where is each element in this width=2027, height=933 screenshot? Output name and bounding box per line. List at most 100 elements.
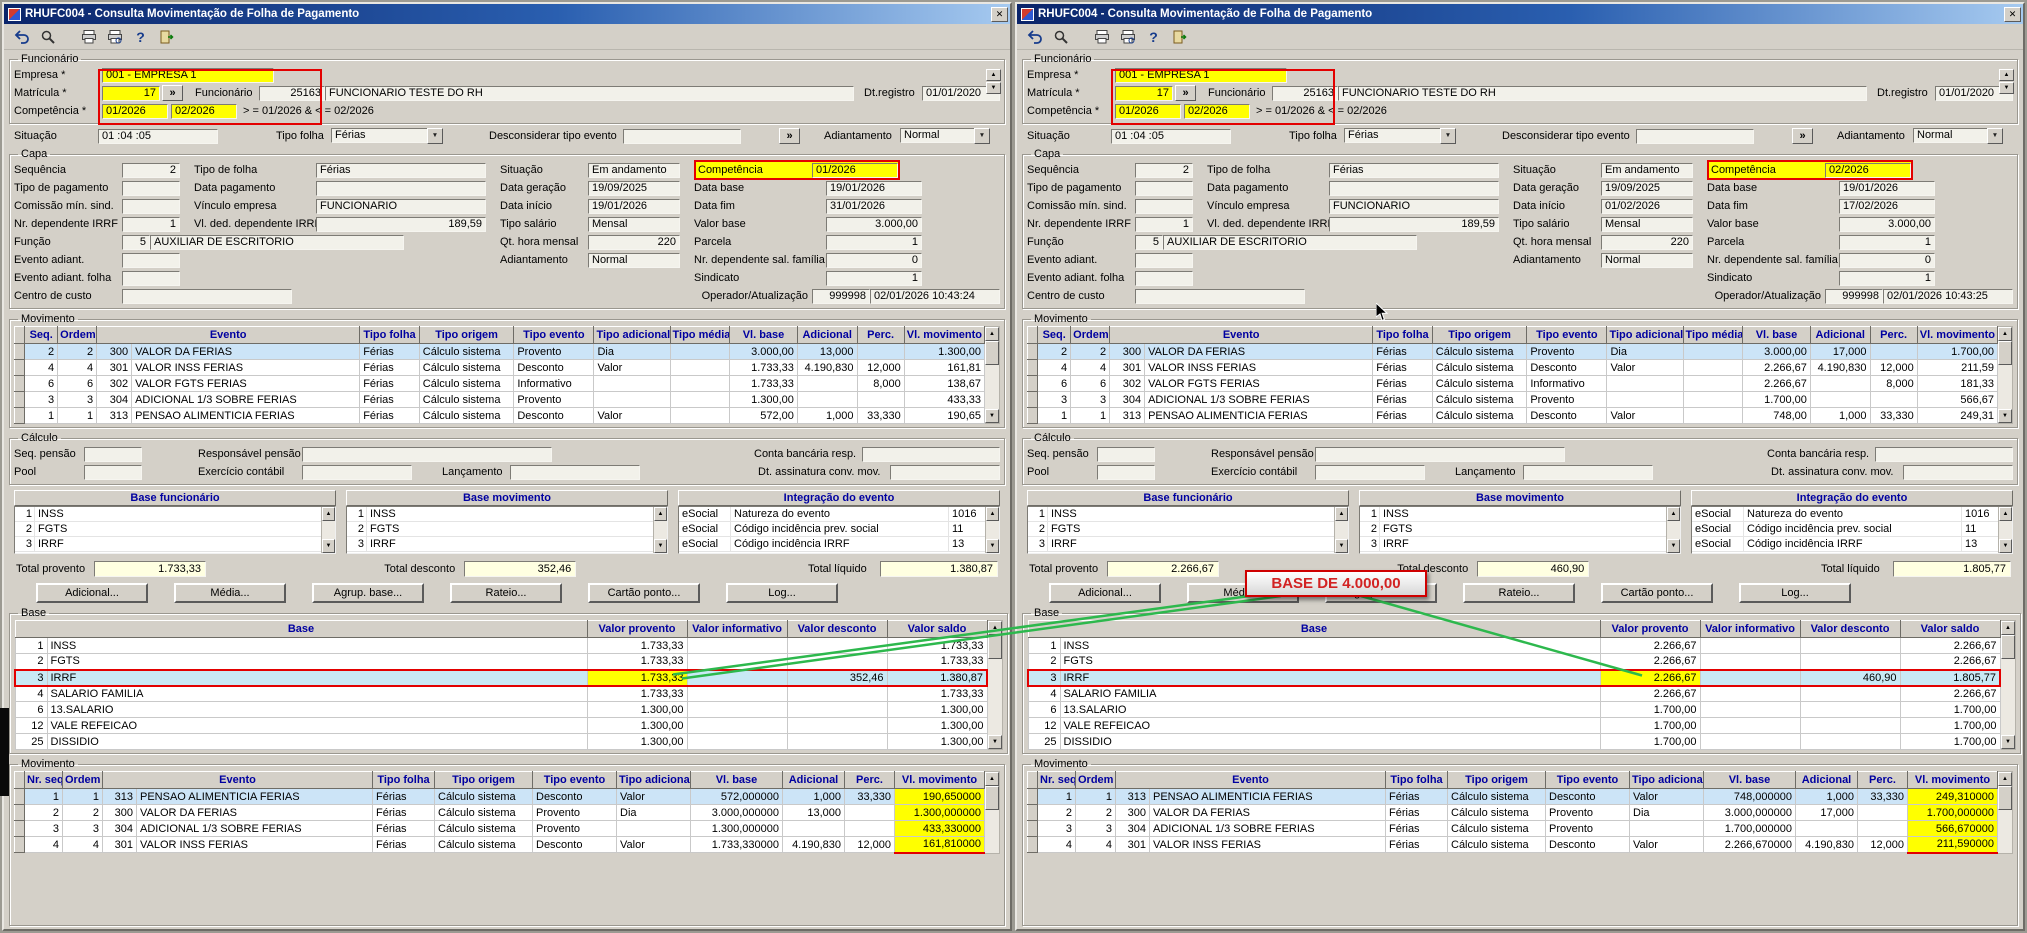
search-icon[interactable] xyxy=(36,26,59,48)
col-header[interactable]: Vl. base xyxy=(690,771,783,789)
scroll-thumb[interactable] xyxy=(988,635,1003,659)
col-header[interactable]: Perc. xyxy=(1857,771,1908,789)
tipo-folha-combo[interactable]: Férias ▼ xyxy=(1344,128,1456,144)
col-header[interactable]: Tipo folha xyxy=(359,326,420,344)
scroll-up-icon[interactable]: ▲ xyxy=(985,327,999,341)
list-scrollbar[interactable]: ▲ ▼ xyxy=(985,507,999,553)
scroll-thumb[interactable] xyxy=(1998,786,2012,810)
close-icon[interactable]: ✕ xyxy=(991,6,1008,22)
list-item[interactable]: 3 IRRF xyxy=(1028,537,1334,552)
col-header[interactable]: Vl. movimento xyxy=(903,326,986,344)
movimento-row[interactable]: 6 6 302 VALOR FGTS FERIAS Férias Cálculo… xyxy=(13,375,986,392)
scroll-up-icon[interactable]: ▲ xyxy=(2001,621,2016,635)
movimento-detail-row[interactable]: 2 2 300 VALOR DA FERIAS Férias Cálculo s… xyxy=(14,804,985,821)
movimento-detail-row[interactable]: 4 4 301 VALOR INSS FERIAS Férias Cálculo… xyxy=(1027,836,1998,854)
matricula-field[interactable]: 17 xyxy=(102,85,160,101)
scroll-up-icon[interactable]: ▲ xyxy=(1667,507,1680,521)
chevron-down-icon[interactable]: ▼ xyxy=(427,128,443,144)
action-button[interactable]: Log... xyxy=(1739,583,1851,603)
col-header[interactable]: Valor informativo xyxy=(1699,620,1801,638)
col-header-vl-movimento[interactable]: Vl. movimento xyxy=(894,771,985,789)
list-scrollbar[interactable]: ▲ ▼ xyxy=(321,507,335,553)
matricula-field[interactable]: 17 xyxy=(1115,85,1173,101)
scroll-up-icon[interactable]: ▲ xyxy=(985,772,999,786)
col-header[interactable]: Ordem xyxy=(57,326,98,344)
desconsiderar-lookup-button[interactable]: » xyxy=(779,128,800,144)
base-row[interactable]: 3 IRRF 1.733,33 352,46 1.380,87 xyxy=(14,668,989,687)
list-item[interactable]: eSocial Natureza do evento 1016 xyxy=(679,507,985,522)
col-header[interactable]: Adicional xyxy=(1795,771,1858,789)
col-header[interactable]: Valor provento xyxy=(1599,620,1701,638)
base-row[interactable]: 12 VALE REFEICAO 1.300,00 1.300,00 xyxy=(14,717,988,734)
col-header[interactable]: Vl. movimento xyxy=(1916,326,1999,344)
col-header[interactable]: Base xyxy=(1027,620,1601,638)
base-funcionario-header[interactable]: Base funcionário xyxy=(1027,490,1349,506)
col-header[interactable]: Tipo evento xyxy=(532,771,617,789)
col-header[interactable]: Evento xyxy=(1109,326,1374,344)
integracao-header[interactable]: Integração do evento xyxy=(678,490,1000,506)
col-header[interactable]: Evento xyxy=(1115,771,1386,789)
movimento-detail-row[interactable]: 1 1 313 PENSAO ALIMENTICIA FERIAS Férias… xyxy=(1027,788,1998,805)
movimento-detail-row[interactable]: 2 2 300 VALOR DA FERIAS Férias Cálculo s… xyxy=(1027,804,1998,821)
list-item[interactable]: 2 FGTS xyxy=(347,522,653,537)
movimento-row[interactable]: 4 4 301 VALOR INSS FERIAS Férias Cálculo… xyxy=(13,359,986,376)
action-button[interactable]: Média... xyxy=(174,583,286,603)
base-row[interactable]: 4 SALARIO FAMILIA 1.733,33 1.733,33 xyxy=(14,685,988,702)
movimento-row[interactable]: 2 2 300 VALOR DA FERIAS Férias Cálculo s… xyxy=(1026,343,1999,360)
search-icon[interactable] xyxy=(1049,26,1072,48)
col-header[interactable]: Tipo folha xyxy=(372,771,435,789)
col-header[interactable]: Tipo evento xyxy=(513,326,595,344)
scroll-down-icon[interactable]: ▼ xyxy=(1667,539,1680,553)
funcionario-nome-field[interactable]: FUNCIONARIO TESTE DO RH xyxy=(1338,85,1867,101)
col-header[interactable]: Nr. seq. xyxy=(1037,771,1076,789)
base-row[interactable]: 1 INSS 2.266,67 2.266,67 xyxy=(1027,637,2001,654)
vertical-scrollbar[interactable]: ▲ ▼ xyxy=(988,620,1004,750)
scroll-up-icon[interactable]: ▲ xyxy=(654,507,667,521)
list-scrollbar[interactable]: ▲ ▼ xyxy=(1666,507,1680,553)
chevron-down-icon[interactable]: ▼ xyxy=(974,128,990,144)
print-preview-icon[interactable] xyxy=(1116,26,1139,48)
action-button[interactable]: Rateio... xyxy=(450,583,562,603)
col-header[interactable]: Tipo adicional xyxy=(593,326,671,344)
competencia-de-field[interactable]: 01/2026 xyxy=(102,103,168,119)
exit-icon[interactable] xyxy=(1168,26,1191,48)
col-header[interactable]: Tipo média xyxy=(1682,326,1744,344)
col-header[interactable]: Perc. xyxy=(856,326,905,344)
list-item[interactable]: eSocial Natureza do evento 1016 xyxy=(1692,507,1998,522)
list-item[interactable]: eSocial Código incidência IRRF 13 xyxy=(679,537,985,552)
col-header[interactable]: Perc. xyxy=(844,771,895,789)
list-scrollbar[interactable]: ▲ ▼ xyxy=(1998,507,2012,553)
scroll-up-icon[interactable]: ▲ xyxy=(986,507,999,521)
list-item[interactable]: eSocial Código incidência prev. social 1… xyxy=(679,522,985,537)
competencia-ate-field[interactable]: 02/2026 xyxy=(171,103,237,119)
col-header[interactable]: Seq. xyxy=(24,326,59,344)
scroll-up-icon[interactable]: ▲ xyxy=(1998,327,2012,341)
scroll-track[interactable] xyxy=(985,365,999,409)
list-item[interactable]: 1 INSS xyxy=(1028,507,1334,522)
base-row[interactable]: 4 SALARIO FAMILIA 2.266,67 2.266,67 xyxy=(1027,685,2001,702)
list-item[interactable]: 3 IRRF xyxy=(15,537,321,552)
scroll-down-icon[interactable]: ▼ xyxy=(322,539,335,553)
movimento-row[interactable]: 4 4 301 VALOR INSS FERIAS Férias Cálculo… xyxy=(1026,359,1999,376)
titlebar[interactable]: RHUFC004 - Consulta Movimentação de Folh… xyxy=(1017,4,2023,24)
competencia-de-field[interactable]: 01/2026 xyxy=(1115,103,1181,119)
col-header[interactable]: Ordem xyxy=(1075,771,1116,789)
scroll-up-icon[interactable]: ▲ xyxy=(1335,507,1348,521)
col-header[interactable]: Perc. xyxy=(1869,326,1918,344)
col-header[interactable]: Valor desconto xyxy=(1799,620,1901,638)
base-movimento-header[interactable]: Base movimento xyxy=(346,490,668,506)
chevron-down-icon[interactable]: ▼ xyxy=(1987,128,2003,144)
scroll-up-icon[interactable]: ▲ xyxy=(1999,507,2012,521)
desconsiderar-field[interactable] xyxy=(623,128,741,144)
action-button[interactable]: Cartão ponto... xyxy=(588,583,700,603)
movimento-row[interactable]: 2 2 300 VALOR DA FERIAS Férias Cálculo s… xyxy=(13,343,986,360)
col-header[interactable]: Valor desconto xyxy=(786,620,888,638)
list-scrollbar[interactable]: ▲ ▼ xyxy=(653,507,667,553)
col-header[interactable]: Evento xyxy=(102,771,373,789)
competencia-ate-field[interactable]: 02/2026 xyxy=(1184,103,1250,119)
scroll-down-icon[interactable]: ▼ xyxy=(2001,735,2016,749)
list-item[interactable]: 3 IRRF xyxy=(347,537,653,552)
scroll-down-icon[interactable]: ▼ xyxy=(985,409,999,423)
col-header[interactable]: Tipo folha xyxy=(1372,326,1433,344)
adiantamento-combo[interactable]: Normal ▼ xyxy=(900,128,990,144)
